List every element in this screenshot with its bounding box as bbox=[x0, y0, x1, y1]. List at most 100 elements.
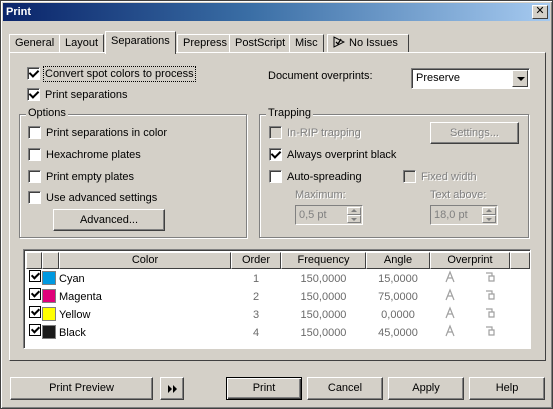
always-overprint-black-checkbox[interactable]: Always overprint black bbox=[269, 148, 396, 161]
frequency-value: 150,0000 bbox=[300, 291, 347, 303]
checkbox-box bbox=[28, 191, 41, 204]
print-preview-button[interactable]: Print Preview bbox=[10, 377, 153, 400]
convert-spot-colors-checkbox[interactable]: Convert spot colors to process bbox=[27, 65, 196, 82]
angle-value: 75,0000 bbox=[378, 291, 418, 303]
checkbox-box bbox=[269, 148, 282, 161]
use-advanced-settings-checkbox[interactable]: Use advanced settings bbox=[28, 191, 157, 204]
print-separations-in-color-label: Print separations in color bbox=[46, 126, 168, 139]
fixed-width-label: Fixed width bbox=[421, 170, 477, 183]
print-button[interactable]: Print bbox=[226, 377, 302, 400]
table-header: Color Order Frequency Angle Overprint bbox=[26, 252, 530, 269]
checkbox-box bbox=[403, 170, 416, 183]
maximum-spinner[interactable]: 0,5 pt bbox=[295, 205, 363, 225]
maximum-label: Maximum: bbox=[295, 189, 346, 201]
close-icon[interactable]: ✕ bbox=[532, 5, 548, 19]
overprint-graphic-icon[interactable] bbox=[483, 306, 497, 320]
maximum-value: 0,5 pt bbox=[299, 209, 327, 221]
frequency-value: 150,0000 bbox=[300, 273, 347, 285]
overprint-graphic-icon[interactable] bbox=[483, 270, 497, 284]
order-value: 1 bbox=[252, 273, 260, 285]
text-above-label: Text above: bbox=[430, 189, 487, 201]
row-checkbox[interactable] bbox=[29, 270, 41, 282]
row-checkbox[interactable] bbox=[29, 324, 41, 336]
tab-prepress[interactable]: Prepress bbox=[177, 34, 234, 53]
title-bar: Print ✕ bbox=[3, 3, 550, 21]
spinner-buttons[interactable] bbox=[347, 207, 361, 223]
header-filler bbox=[510, 252, 530, 269]
auto-spreading-checkbox[interactable]: Auto-spreading bbox=[269, 170, 362, 183]
print-separations-in-color-checkbox[interactable]: Print separations in color bbox=[28, 126, 167, 139]
window-title: Print bbox=[6, 6, 32, 18]
header-overprint[interactable]: Overprint bbox=[430, 252, 510, 269]
no-issues-icon bbox=[333, 36, 345, 48]
text-above-spinner[interactable]: 18,0 pt bbox=[430, 205, 498, 225]
spin-up-icon[interactable] bbox=[347, 207, 361, 215]
print-dialog: Print ✕ General Layout Separations Prepr… bbox=[0, 0, 553, 409]
color-name: Cyan bbox=[59, 273, 85, 285]
header-frequency[interactable]: Frequency bbox=[281, 252, 366, 269]
angle-value: 0,0000 bbox=[381, 309, 415, 321]
always-overprint-black-label: Always overprint black bbox=[287, 148, 397, 161]
document-overprints-select[interactable]: Preserve bbox=[411, 68, 530, 89]
checkbox-box bbox=[269, 170, 282, 183]
order-value: 2 bbox=[252, 291, 260, 303]
header-order[interactable]: Order bbox=[231, 252, 281, 269]
print-empty-plates-checkbox[interactable]: Print empty plates bbox=[28, 170, 134, 183]
options-group: Options Print separations in color Hexac… bbox=[19, 107, 247, 238]
overprint-text-icon[interactable] bbox=[443, 324, 457, 338]
tab-general[interactable]: General bbox=[9, 34, 61, 53]
checkbox-box bbox=[269, 126, 282, 139]
table-row[interactable]: Magenta 2 150,0000 75,0000 bbox=[26, 288, 528, 306]
header-angle[interactable]: Angle bbox=[366, 252, 430, 269]
advanced-button[interactable]: Advanced... bbox=[53, 209, 165, 231]
document-overprints-label: Document overprints: bbox=[268, 70, 373, 82]
header-color[interactable]: Color bbox=[59, 252, 231, 269]
print-separations-checkbox[interactable]: Print separations bbox=[27, 88, 128, 101]
table-row[interactable]: Black 4 150,0000 45,0000 bbox=[26, 324, 528, 342]
checkbox-box bbox=[28, 126, 41, 139]
angle-value: 45,0000 bbox=[378, 327, 418, 339]
color-swatch bbox=[42, 271, 56, 285]
print-empty-plates-label: Print empty plates bbox=[46, 170, 135, 183]
cancel-button[interactable]: Cancel bbox=[307, 377, 383, 400]
spin-down-icon[interactable] bbox=[347, 215, 361, 223]
overprint-graphic-icon[interactable] bbox=[483, 288, 497, 302]
spin-up-icon[interactable] bbox=[482, 207, 496, 215]
header-swatch bbox=[42, 252, 59, 269]
tab-layout[interactable]: Layout bbox=[59, 34, 105, 53]
color-name: Yellow bbox=[59, 309, 91, 321]
tab-misc[interactable]: Misc bbox=[289, 34, 324, 53]
spinner-buttons[interactable] bbox=[482, 207, 496, 223]
chevron-down-icon[interactable] bbox=[512, 70, 528, 87]
overprint-text-icon[interactable] bbox=[443, 270, 457, 284]
overprint-graphic-icon[interactable] bbox=[483, 324, 497, 338]
tab-postscript[interactable]: PostScript bbox=[229, 34, 292, 53]
text-above-value: 18,0 pt bbox=[434, 209, 468, 221]
spin-down-icon[interactable] bbox=[482, 215, 496, 223]
fixed-width-checkbox[interactable]: Fixed width bbox=[403, 170, 477, 183]
apply-button[interactable]: Apply bbox=[388, 377, 464, 400]
color-name: Black bbox=[59, 327, 86, 339]
header-check bbox=[26, 252, 42, 269]
fast-forward-button[interactable] bbox=[160, 377, 184, 400]
overprint-text-icon[interactable] bbox=[443, 306, 457, 320]
help-button[interactable]: Help bbox=[469, 377, 545, 400]
tab-no-issues-label: No Issues bbox=[349, 37, 398, 49]
row-checkbox[interactable] bbox=[29, 288, 41, 300]
tab-no-issues[interactable]: No Issues bbox=[327, 34, 409, 53]
use-advanced-settings-label: Use advanced settings bbox=[46, 191, 158, 204]
settings-button[interactable]: Settings... bbox=[430, 122, 519, 144]
row-checkbox[interactable] bbox=[29, 306, 41, 318]
hexachrome-plates-label: Hexachrome plates bbox=[46, 148, 141, 161]
color-swatch bbox=[42, 307, 56, 321]
table-row[interactable]: Cyan 1 150,0000 15,0000 bbox=[26, 270, 528, 288]
hexachrome-plates-checkbox[interactable]: Hexachrome plates bbox=[28, 148, 141, 161]
overprint-text-icon[interactable] bbox=[443, 288, 457, 302]
options-group-label: Options bbox=[26, 107, 68, 119]
tab-separations[interactable]: Separations bbox=[105, 31, 176, 54]
order-value: 4 bbox=[252, 327, 260, 339]
table-row[interactable]: Yellow 3 150,0000 0,0000 bbox=[26, 306, 528, 324]
trapping-group: Trapping In-RIP trapping Settings... Alw… bbox=[259, 107, 529, 238]
in-rip-trapping-checkbox[interactable]: In-RIP trapping bbox=[269, 126, 361, 139]
separations-table: Color Order Frequency Angle Overprint Cy… bbox=[23, 249, 531, 349]
